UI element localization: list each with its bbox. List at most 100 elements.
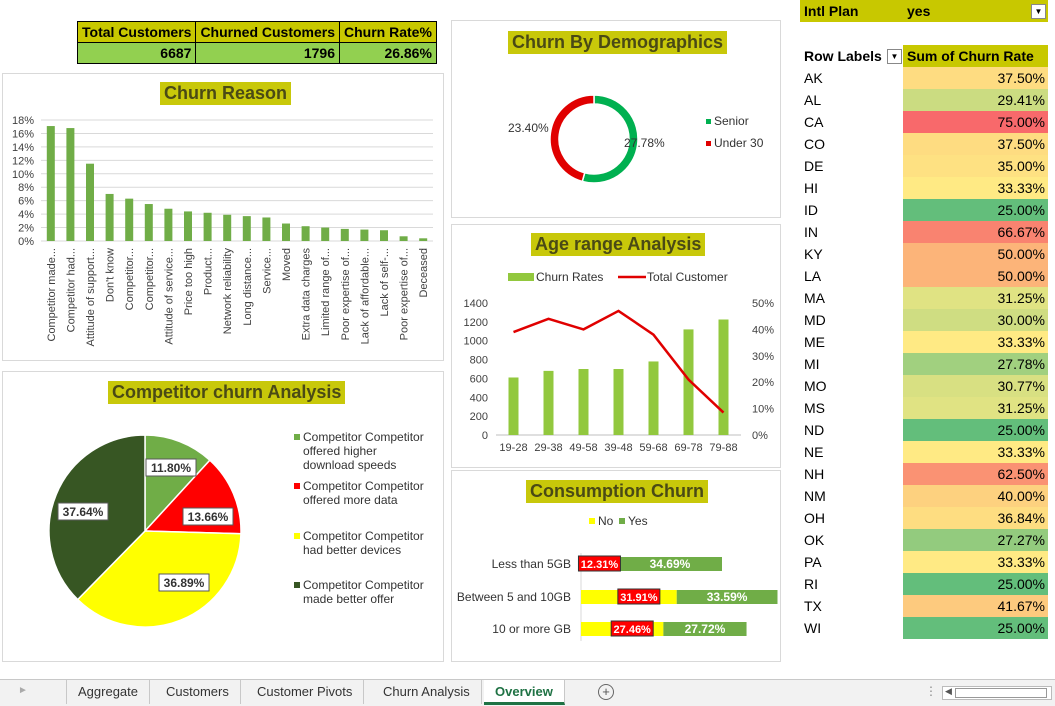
pivot-row[interactable]: MI 27.78% bbox=[800, 353, 1048, 375]
pivot-row-label[interactable]: TX bbox=[804, 598, 822, 614]
pivot-row-label[interactable]: OK bbox=[804, 532, 824, 548]
pivot-row[interactable]: WI 25.00% bbox=[800, 617, 1048, 639]
kpi-header-churned[interactable]: Churned Customers bbox=[195, 21, 341, 43]
pivot-row[interactable]: MD 30.00% bbox=[800, 309, 1048, 331]
scrollbar-thumb[interactable] bbox=[955, 688, 1047, 698]
pivot-row-value-cell[interactable]: 62.50% bbox=[903, 463, 1048, 485]
pivot-row[interactable]: IN 66.67% bbox=[800, 221, 1048, 243]
pivot-row-label[interactable]: WI bbox=[804, 620, 821, 636]
pivot-row-label[interactable]: KY bbox=[804, 246, 823, 262]
pivot-row[interactable]: OH 36.84% bbox=[800, 507, 1048, 529]
pivot-row[interactable]: ID 25.00% bbox=[800, 199, 1048, 221]
pivot-row[interactable]: ND 25.00% bbox=[800, 419, 1048, 441]
pivot-row[interactable]: RI 25.00% bbox=[800, 573, 1048, 595]
pivot-row-label[interactable]: OH bbox=[804, 510, 825, 526]
pivot-row[interactable]: CO 37.50% bbox=[800, 133, 1048, 155]
pivot-row[interactable]: OK 27.27% bbox=[800, 529, 1048, 551]
pivot-row-label[interactable]: NE bbox=[804, 444, 823, 460]
pivot-row-label[interactable]: IN bbox=[804, 224, 818, 240]
pivot-row-value-cell[interactable]: 50.00% bbox=[903, 243, 1048, 265]
pivot-row-value-cell[interactable]: 33.33% bbox=[903, 177, 1048, 199]
kpi-value-total[interactable]: 6687 bbox=[76, 42, 197, 64]
pivot-row-label[interactable]: MS bbox=[804, 400, 825, 416]
age-range-panel[interactable]: Age range Analysis 0 200 400 600 800 1000 1200… bbox=[451, 224, 781, 468]
horizontal-scrollbar[interactable]: ◀ bbox=[942, 686, 1052, 700]
row-filter-icon[interactable]: ▼ bbox=[887, 49, 902, 64]
kpi-header-total[interactable]: Total Customers bbox=[76, 21, 197, 43]
pivot-row-value-cell[interactable]: 25.00% bbox=[903, 573, 1048, 595]
sum-churn-header[interactable]: Sum of Churn Rate bbox=[903, 45, 1048, 67]
pivot-row-value-cell[interactable]: 25.00% bbox=[903, 419, 1048, 441]
tab-aggregate[interactable]: Aggregate bbox=[66, 680, 150, 704]
tab-churn-analysis[interactable]: Churn Analysis bbox=[372, 680, 482, 704]
kpi-header-rate[interactable]: Churn Rate% bbox=[339, 21, 437, 43]
pivot-row[interactable]: DE 35.00% bbox=[800, 155, 1048, 177]
churn-reason-panel[interactable]: Churn Reason 0% 2% 4% 6% 8% 10% 12% 14% 16% 18% Co… bbox=[2, 73, 444, 361]
more-options-icon[interactable]: ⋮ bbox=[925, 684, 937, 698]
pivot-row-label[interactable]: LA bbox=[804, 268, 821, 284]
pivot-row-label[interactable]: MA bbox=[804, 290, 825, 306]
row-labels-header[interactable]: Row Labels ▼ bbox=[800, 45, 903, 67]
pivot-row-value-cell[interactable]: 33.33% bbox=[903, 551, 1048, 573]
demographics-panel[interactable]: Churn By Demographics 27.78% 23.40% Senior… bbox=[451, 20, 781, 218]
kpi-value-churned[interactable]: 1796 bbox=[195, 42, 341, 64]
pivot-row-value-cell[interactable]: 41.67% bbox=[903, 595, 1048, 617]
plus-circle-icon[interactable]: + bbox=[598, 684, 614, 700]
pivot-row-label[interactable]: NH bbox=[804, 466, 824, 482]
pivot-row[interactable]: ME 33.33% bbox=[800, 331, 1048, 353]
pivot-row[interactable]: TX 41.67% bbox=[800, 595, 1048, 617]
pivot-row-value-cell[interactable]: 31.25% bbox=[903, 397, 1048, 419]
pivot-row-label[interactable]: ND bbox=[804, 422, 824, 438]
kpi-value-rate[interactable]: 26.86% bbox=[339, 42, 437, 64]
pivot-row[interactable]: HI 33.33% bbox=[800, 177, 1048, 199]
consumption-panel[interactable]: Consumption Churn Less than 5GB 12.31% 34.… bbox=[451, 470, 781, 662]
pivot-row[interactable]: NE 33.33% bbox=[800, 441, 1048, 463]
scroll-left-icon[interactable]: ► bbox=[18, 685, 28, 696]
pivot-row-value-cell[interactable]: 37.50% bbox=[903, 67, 1048, 89]
filter-icon[interactable]: ▼ bbox=[1031, 4, 1046, 19]
pivot-row-value-cell[interactable]: 40.00% bbox=[903, 485, 1048, 507]
pivot-row-value-cell[interactable]: 33.33% bbox=[903, 441, 1048, 463]
pivot-row-value-cell[interactable]: 75.00% bbox=[903, 111, 1048, 133]
pivot-row-label[interactable]: CO bbox=[804, 136, 825, 152]
pivot-row[interactable]: CA 75.00% bbox=[800, 111, 1048, 133]
pivot-row-label[interactable]: RI bbox=[804, 576, 818, 592]
pivot-row-label[interactable]: MD bbox=[804, 312, 826, 328]
pivot-row-value-cell[interactable]: 66.67% bbox=[903, 221, 1048, 243]
pivot-row-label[interactable]: ID bbox=[804, 202, 818, 218]
scroll-left-arrow-icon[interactable]: ◀ bbox=[945, 686, 952, 697]
tab-customer-pivots[interactable]: Customer Pivots bbox=[246, 680, 365, 704]
pivot-row[interactable]: MO 30.77% bbox=[800, 375, 1048, 397]
pivot-row-label[interactable]: CA bbox=[804, 114, 823, 130]
pivot-row-label[interactable]: DE bbox=[804, 158, 823, 174]
pivot-row-value-cell[interactable]: 25.00% bbox=[903, 617, 1048, 639]
pivot-row[interactable]: KY 50.00% bbox=[800, 243, 1048, 265]
pivot-row-label[interactable]: MO bbox=[804, 378, 827, 394]
tab-customers[interactable]: Customers bbox=[155, 680, 241, 704]
pivot-row-label[interactable]: NM bbox=[804, 488, 826, 504]
pivot-row-value-cell[interactable]: 27.78% bbox=[903, 353, 1048, 375]
pivot-row[interactable]: AL 29.41% bbox=[800, 89, 1048, 111]
pivot-row[interactable]: LA 50.00% bbox=[800, 265, 1048, 287]
pivot-row-label[interactable]: ME bbox=[804, 334, 825, 350]
pivot-row-value-cell[interactable]: 30.77% bbox=[903, 375, 1048, 397]
pivot-row-value-cell[interactable]: 25.00% bbox=[903, 199, 1048, 221]
pivot-row-value-cell[interactable]: 33.33% bbox=[903, 331, 1048, 353]
pivot-row-label[interactable]: HI bbox=[804, 180, 818, 196]
pivot-row-value-cell[interactable]: 31.25% bbox=[903, 287, 1048, 309]
pivot-row-label[interactable]: AK bbox=[804, 70, 823, 86]
tab-overview[interactable]: Overview bbox=[484, 680, 565, 705]
pivot-row-value-cell[interactable]: 50.00% bbox=[903, 265, 1048, 287]
pivot-row-value-cell[interactable]: 27.27% bbox=[903, 529, 1048, 551]
competitor-panel[interactable]: Competitor churn Analysis 11.80% 13.66% 36… bbox=[2, 371, 444, 662]
pivot-row-value-cell[interactable]: 35.00% bbox=[903, 155, 1048, 177]
pivot-row[interactable]: NM 40.00% bbox=[800, 485, 1048, 507]
pivot-filter[interactable]: Intl Plan yes ▼ bbox=[800, 0, 1048, 22]
pivot-row-value-cell[interactable]: 37.50% bbox=[903, 133, 1048, 155]
pivot-row-value-cell[interactable]: 29.41% bbox=[903, 89, 1048, 111]
pivot-row[interactable]: AK 37.50% bbox=[800, 67, 1048, 89]
pivot-row[interactable]: PA 33.33% bbox=[800, 551, 1048, 573]
pivot-row-label[interactable]: AL bbox=[804, 92, 821, 108]
pivot-row[interactable]: MA 31.25% bbox=[800, 287, 1048, 309]
pivot-row[interactable]: NH 62.50% bbox=[800, 463, 1048, 485]
